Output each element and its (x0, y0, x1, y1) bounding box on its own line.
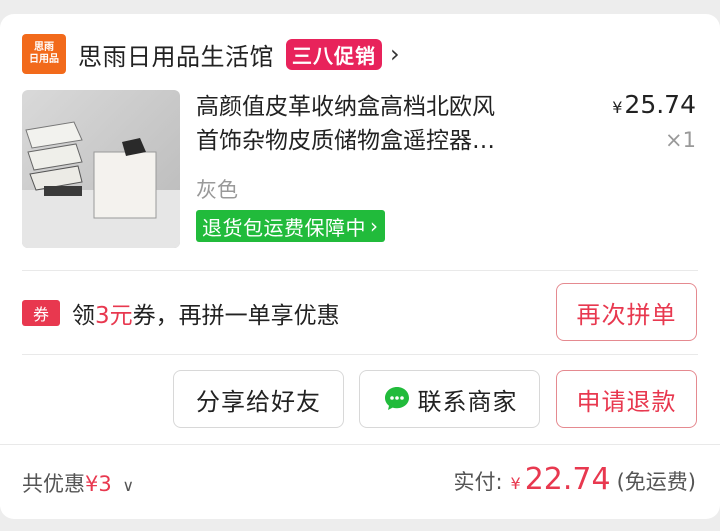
price-value: 25.74 (624, 90, 696, 119)
coupon-suffix: 券，再拼一单享优惠 (132, 303, 340, 329)
product-thumbnail[interactable] (22, 90, 180, 248)
shop-logo: 思雨 日用品 (22, 34, 66, 74)
product-title-line2: 首饰杂物皮质储物盒遥控器… (196, 128, 495, 154)
product-quantity: ×1 (665, 128, 696, 152)
coupon-text: 领3元券，再拼一单享优惠 (72, 296, 340, 330)
wechat-chat-icon (384, 387, 409, 410)
order-card: 思雨 日用品 思雨日用品生活馆 三八促销 › 高颜值皮革收纳盒高档北欧风 首饰杂… (0, 14, 720, 519)
request-refund-button[interactable]: 申请退款 (556, 370, 697, 428)
paid-currency: ¥ (510, 474, 521, 493)
promo-badge: 三八促销 (286, 38, 382, 70)
return-shipping-guarantee[interactable]: 退货包运费保障中 › (196, 210, 385, 242)
shop-header[interactable]: 思雨 日用品 思雨日用品生活馆 三八促销 › (22, 34, 400, 74)
product-title-line1: 高颜值皮革收纳盒高档北欧风 (196, 94, 495, 120)
discount-label: 共优惠 (22, 472, 85, 496)
shipping-note: (免运费) (616, 470, 696, 494)
contact-seller-label: 联系商家 (417, 387, 518, 416)
divider (22, 354, 698, 355)
chevron-right-icon[interactable]: › (390, 40, 400, 68)
price-currency: ¥ (612, 98, 623, 117)
coupon-tag: 券 (22, 300, 60, 326)
divider (22, 270, 698, 271)
product-title[interactable]: 高颜值皮革收纳盒高档北欧风 首饰杂物皮质储物盒遥控器… (196, 90, 566, 158)
product-price: ¥25.74 (612, 90, 696, 119)
guarantee-label: 退货包运费保障中 (202, 215, 366, 240)
coupon-prefix: 领 (72, 303, 95, 329)
divider (0, 444, 720, 445)
chevron-down-icon: ∨ (122, 476, 135, 495)
product-variant: 灰色 (196, 178, 238, 202)
shop-name[interactable]: 思雨日用品生活馆 (78, 37, 274, 72)
paid-summary: 实付: ¥ 22.74 (免运费) (453, 462, 696, 497)
shop-logo-line1: 思雨 (34, 42, 54, 53)
product-photo (22, 90, 180, 248)
coupon-amount: 3元 (95, 303, 133, 329)
share-to-friend-button[interactable]: 分享给好友 (173, 370, 344, 428)
paid-amount: 22.74 (524, 462, 611, 497)
paid-label: 实付: (453, 470, 503, 494)
chevron-right-icon: › (370, 214, 379, 238)
contact-seller-button[interactable]: 联系商家 (359, 370, 540, 428)
discount-summary[interactable]: 共优惠¥3 ∨ (22, 468, 134, 498)
regroup-button[interactable]: 再次拼单 (556, 283, 697, 341)
shop-logo-line2: 日用品 (29, 54, 59, 65)
discount-amount: ¥3 (85, 472, 112, 496)
